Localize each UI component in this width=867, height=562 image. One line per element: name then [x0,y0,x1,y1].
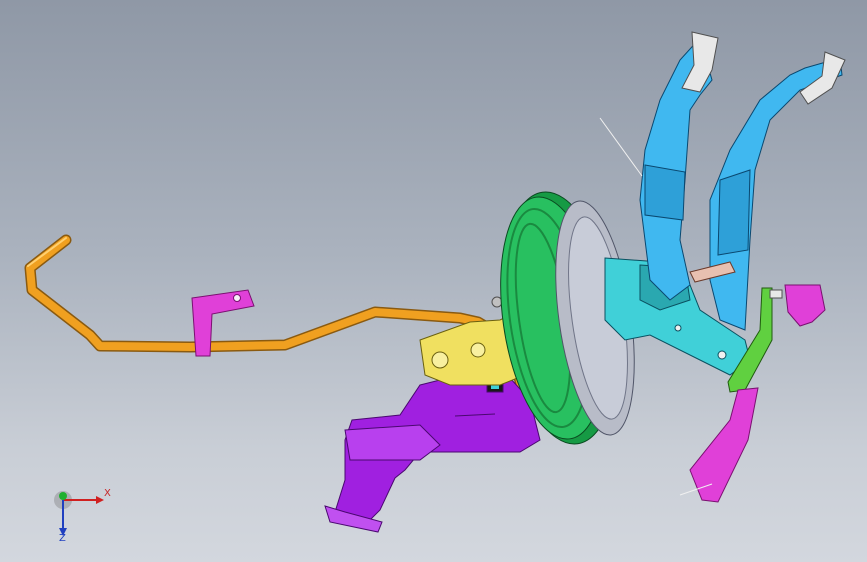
pedal-stop-bracket[interactable] [689,387,759,503]
y-axis-marker [59,492,67,500]
x-axis-arrowhead [96,496,104,504]
x-axis-label: X [104,488,111,499]
leader-line [599,117,643,177]
fluid-reservoir[interactable] [324,374,541,533]
cad-viewport[interactable]: X Z [0,0,867,562]
assembly-model[interactable]: X Z [0,0,867,562]
pedal-switch[interactable] [769,284,826,327]
axis-triad: X Z [54,488,111,544]
z-axis-label: Z [59,533,66,544]
